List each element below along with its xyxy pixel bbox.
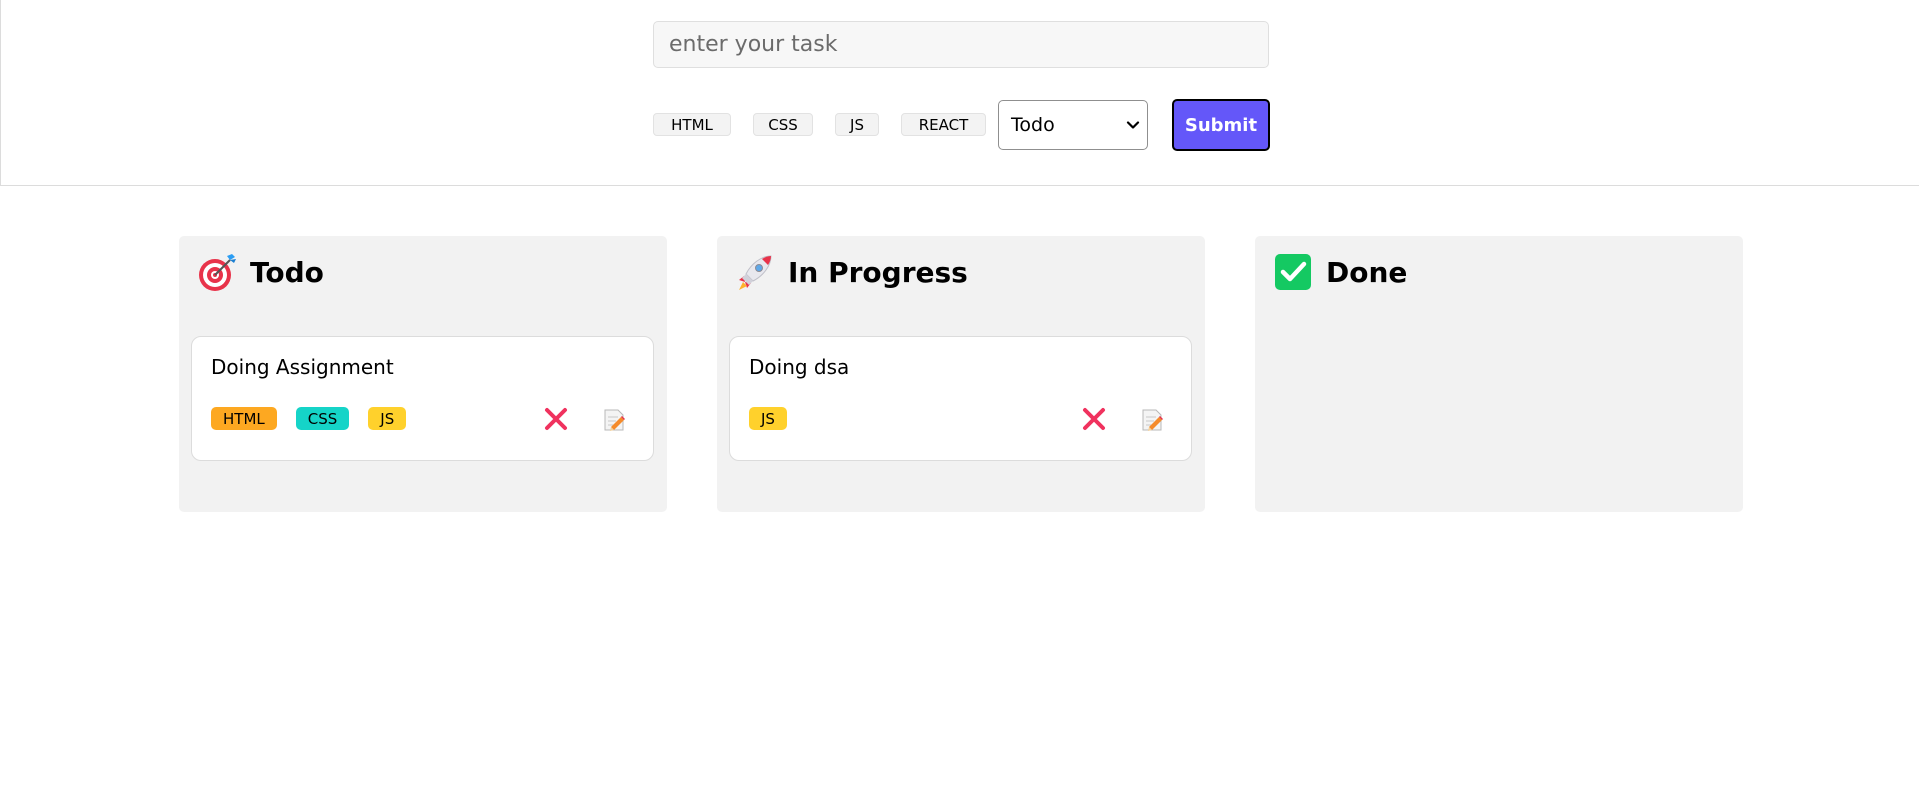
task-card: Doing dsa JS	[729, 336, 1192, 461]
status-select-value: Todo	[1011, 114, 1055, 136]
task-title: Doing Assignment	[211, 355, 394, 379]
task-input[interactable]	[653, 21, 1269, 68]
column-title: In Progress	[788, 255, 968, 289]
edit-memo-icon[interactable]	[603, 408, 625, 432]
column-todo: Todo Doing Assignment HTML CSS JS	[179, 236, 667, 512]
submit-button[interactable]: Submit	[1172, 99, 1270, 151]
column-title: Todo	[250, 255, 324, 289]
task-tag: HTML	[211, 407, 277, 430]
tag-button-css[interactable]: CSS	[753, 113, 813, 136]
column-header: In Progress	[735, 252, 968, 292]
task-tag: CSS	[295, 407, 350, 430]
status-select[interactable]: Todo	[998, 100, 1148, 150]
column-header: Todo	[197, 252, 324, 292]
tag-button-html[interactable]: HTML	[653, 113, 731, 136]
task-title: Doing dsa	[749, 355, 850, 379]
rocket-icon	[739, 255, 772, 290]
task-form-header: HTML CSS JS REACT Todo Submit	[0, 0, 1919, 186]
task-card: Doing Assignment HTML CSS JS	[191, 336, 654, 461]
column-in-progress: In Progress Doing dsa JS	[717, 236, 1205, 512]
delete-x-icon[interactable]	[544, 407, 568, 431]
task-tags: JS	[749, 407, 787, 430]
task-tag: JS	[368, 407, 407, 430]
column-title: Done	[1326, 255, 1408, 289]
check-box-icon	[1275, 254, 1311, 290]
target-dart-icon	[199, 254, 236, 291]
tag-button-react[interactable]: REACT	[901, 113, 986, 136]
task-tags: HTML CSS JS	[211, 407, 407, 430]
task-tag: JS	[749, 407, 787, 430]
delete-x-icon[interactable]	[1082, 407, 1106, 431]
chevron-down-icon	[1126, 121, 1140, 129]
column-header: Done	[1273, 252, 1407, 292]
column-done: Done	[1255, 236, 1743, 512]
tag-button-js[interactable]: JS	[835, 113, 879, 136]
edit-memo-icon[interactable]	[1141, 408, 1163, 432]
